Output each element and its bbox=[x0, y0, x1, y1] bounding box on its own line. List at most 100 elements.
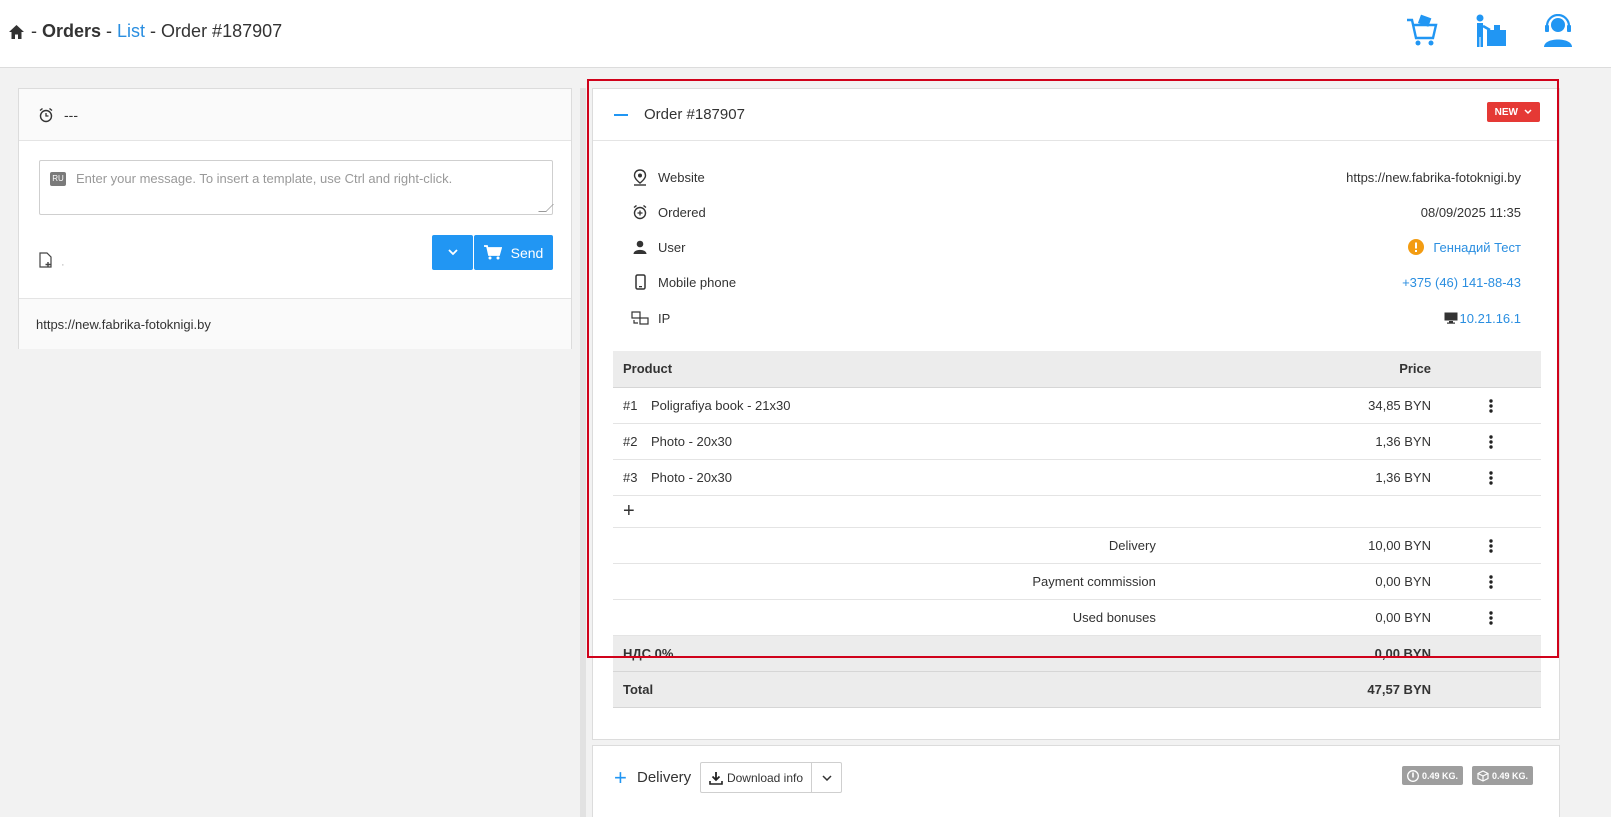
info-label: Mobile phone bbox=[658, 274, 737, 290]
column-header-product: Product bbox=[613, 351, 1166, 388]
send-button[interactable]: Send bbox=[474, 235, 553, 270]
item-name[interactable]: Photo - 20x30 bbox=[641, 423, 1166, 460]
attach-file-icon[interactable] bbox=[39, 252, 53, 268]
chat-site-footer: https://new.fabrika-fotoknigi.by bbox=[19, 298, 571, 349]
info-row-user: User Геннадий Тест bbox=[631, 237, 1521, 257]
website-value: https://new.fabrika-fotoknigi.by bbox=[1346, 169, 1521, 185]
item-name[interactable]: Photo - 20x30 bbox=[641, 459, 1166, 496]
chat-timer: --- bbox=[64, 106, 78, 123]
order-status-label: NEW bbox=[1494, 106, 1518, 118]
chat-site-url: https://new.fabrika-fotoknigi.by bbox=[36, 316, 211, 332]
order-card-header[interactable]: Order #187907 bbox=[593, 89, 1559, 141]
total-value: 47,57 BYN bbox=[1165, 671, 1441, 708]
extra-value: 0,00 BYN bbox=[1165, 563, 1441, 600]
top-bar: - Orders - List - Order #187907 bbox=[0, 0, 1611, 68]
more-vert-icon[interactable] bbox=[1489, 611, 1493, 625]
vat-value: 0,00 BYN bbox=[1165, 635, 1441, 672]
top-icons bbox=[1405, 13, 1575, 48]
order-card: Order #187907 NEW Website https://new.fa… bbox=[592, 88, 1560, 740]
item-number: #3 bbox=[613, 459, 641, 496]
more-vert-icon[interactable] bbox=[1489, 575, 1493, 589]
send-options-dropdown[interactable] bbox=[432, 235, 473, 270]
more-vert-icon[interactable] bbox=[1489, 471, 1493, 485]
extra-value: 0,00 BYN bbox=[1165, 599, 1441, 636]
mobile-phone-icon bbox=[631, 273, 649, 291]
alarm-add-icon bbox=[631, 203, 649, 221]
breadcrumb-list-link[interactable]: List bbox=[117, 21, 145, 42]
language-badge[interactable]: RU bbox=[50, 172, 66, 186]
worker-icon[interactable] bbox=[1473, 14, 1507, 48]
weight-value: 0.49 KG. bbox=[1492, 770, 1529, 781]
order-title: Order #187907 bbox=[644, 106, 745, 123]
column-header-price: Price bbox=[1165, 351, 1441, 388]
extra-row-payment-commission: Payment commission 0,00 BYN bbox=[613, 563, 1541, 600]
extra-row-delivery: Delivery 10,00 BYN bbox=[613, 527, 1541, 564]
item-number: #1 bbox=[613, 387, 641, 424]
breadcrumb-orders[interactable]: Orders bbox=[42, 21, 101, 42]
user-icon bbox=[631, 238, 649, 256]
extra-label: Delivery bbox=[613, 527, 1166, 564]
collapse-icon[interactable] bbox=[614, 113, 628, 116]
phone-link[interactable]: +375 (46) 141-88-43 bbox=[1402, 275, 1521, 290]
table-row: #1 Poligrafiya book - 21x30 34,85 BYN bbox=[613, 387, 1541, 424]
send-button-label: Send bbox=[510, 244, 544, 261]
user-link[interactable]: Геннадий Тест bbox=[1433, 240, 1521, 255]
add-item-button[interactable]: + bbox=[613, 495, 1541, 528]
info-label: Website bbox=[658, 169, 705, 185]
chevron-down-icon bbox=[1524, 109, 1532, 115]
weight-badge-package: 0.49 KG. bbox=[1472, 766, 1534, 785]
warning-icon[interactable] bbox=[1408, 239, 1425, 255]
item-name[interactable]: Poligrafiya book - 21x30 bbox=[641, 387, 1166, 424]
delivery-title: Delivery bbox=[637, 769, 692, 786]
add-item-row: + bbox=[613, 495, 1541, 528]
download-options-dropdown[interactable] bbox=[811, 762, 842, 793]
monitor-icon bbox=[1444, 312, 1458, 324]
vat-label: НДС 0% bbox=[613, 635, 1166, 672]
weight-icon bbox=[1407, 769, 1419, 782]
item-price: 34,85 BYN bbox=[1165, 387, 1441, 424]
download-icon bbox=[709, 771, 723, 785]
panel-divider[interactable] bbox=[580, 88, 586, 817]
info-label: Ordered bbox=[658, 204, 706, 220]
info-row-mobile-phone: Mobile phone +375 (46) 141-88-43 bbox=[631, 272, 1521, 292]
more-vert-icon[interactable] bbox=[1489, 539, 1493, 553]
item-price: 1,36 BYN bbox=[1165, 459, 1441, 496]
message-placeholder: Enter your message. To insert a template… bbox=[76, 171, 453, 186]
more-vert-icon[interactable] bbox=[1489, 399, 1493, 413]
table-row: #2 Photo - 20x30 1,36 BYN bbox=[613, 423, 1541, 460]
ordered-date-value: 08/09/2025 11:35 bbox=[1420, 204, 1521, 220]
home-icon[interactable] bbox=[8, 24, 25, 40]
extra-value: 10,00 BYN bbox=[1165, 527, 1441, 564]
alarm-clock-icon bbox=[39, 107, 53, 122]
table-row: #3 Photo - 20x30 1,36 BYN bbox=[613, 459, 1541, 496]
more-vert-icon[interactable] bbox=[1489, 435, 1493, 449]
message-input[interactable]: RU Enter your message. To insert a templ… bbox=[39, 160, 554, 215]
package-icon bbox=[1477, 769, 1489, 782]
resize-handle[interactable] bbox=[538, 204, 554, 212]
network-icon bbox=[631, 309, 649, 327]
attachment-hint: · bbox=[61, 259, 65, 271]
breadcrumb-separator: - bbox=[150, 21, 157, 41]
chevron-down-icon bbox=[821, 774, 832, 781]
location-pin-icon bbox=[631, 168, 649, 186]
cart-icon[interactable] bbox=[1405, 14, 1439, 48]
breadcrumb-separator: - bbox=[31, 21, 37, 41]
weight-value: 0.49 KG. bbox=[1422, 770, 1459, 781]
download-info-label: Download info bbox=[726, 770, 804, 785]
support-agent-icon[interactable] bbox=[1541, 13, 1575, 48]
chat-panel-header: --- bbox=[19, 89, 571, 141]
extra-label: Used bonuses bbox=[613, 599, 1166, 636]
vat-row: НДС 0% 0,00 BYN bbox=[613, 635, 1541, 672]
total-row: Total 47,57 BYN bbox=[613, 671, 1541, 708]
order-items-table: Product Price #1 Poligrafiya book - 21x3… bbox=[613, 351, 1541, 708]
delivery-card: + Delivery Download info 0.49 KG. 0.49 K… bbox=[592, 745, 1560, 817]
info-label: User bbox=[658, 239, 686, 255]
download-info-button[interactable]: Download info bbox=[700, 762, 812, 793]
expand-delivery-button[interactable]: + bbox=[614, 767, 627, 789]
ip-link[interactable]: 10.21.16.1 bbox=[1460, 311, 1521, 326]
item-price: 1,36 BYN bbox=[1165, 423, 1441, 460]
order-status-dropdown[interactable]: NEW bbox=[1486, 102, 1540, 122]
weight-badge-actual: 0.49 KG. bbox=[1402, 766, 1464, 785]
info-row-website: Website https://new.fabrika-fotoknigi.by bbox=[631, 167, 1521, 187]
breadcrumb-separator: - bbox=[106, 21, 113, 41]
